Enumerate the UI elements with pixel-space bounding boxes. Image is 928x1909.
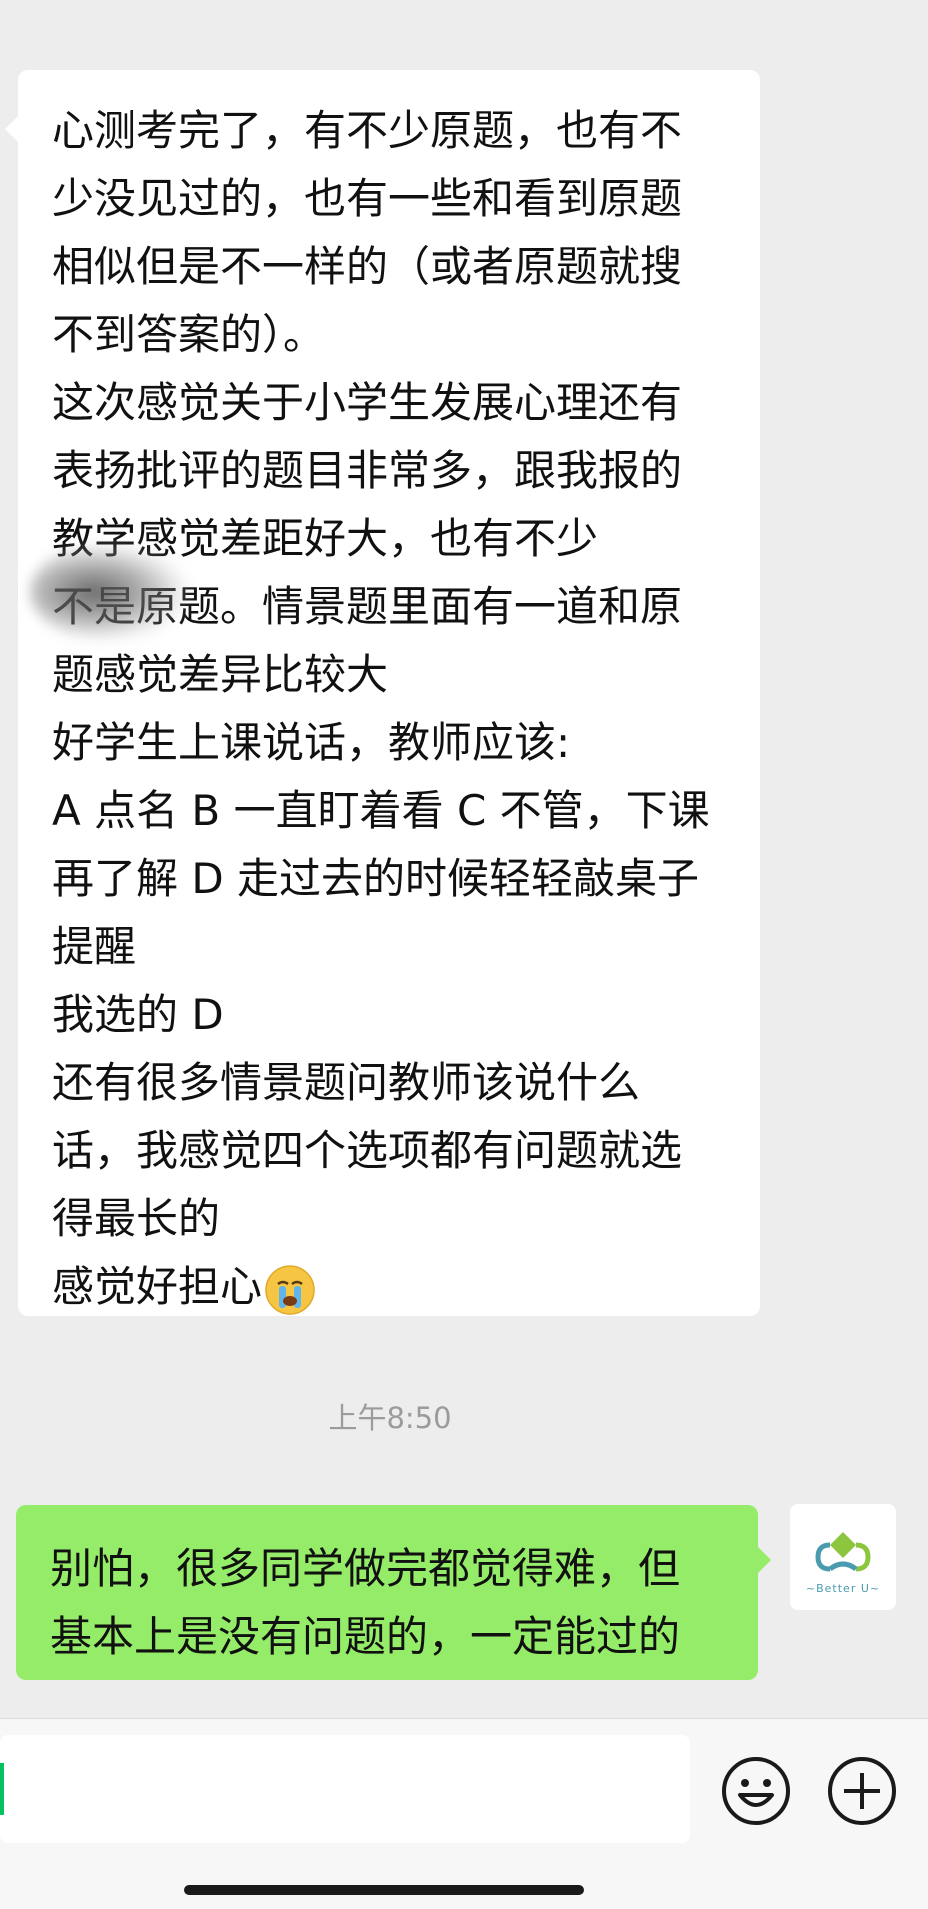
message-line: 提醒 — [52, 922, 137, 971]
home-indicator[interactable] — [184, 1885, 584, 1895]
message-line: 得最长的 — [52, 1194, 221, 1243]
message-line: 别怕，很多同学做完都觉得难，但 — [50, 1544, 681, 1593]
message-line-text: 感觉好担心 — [52, 1262, 263, 1311]
message-line: 话，我感觉四个选项都有问题就选 — [52, 1126, 683, 1175]
received-message-bubble[interactable]: 心测考完了，有不少原题，也有不 少没见过的，也有一些和看到原题 相似但是不一样的… — [5, 70, 760, 1316]
message-line: 少没见过的，也有一些和看到原题 — [52, 174, 683, 223]
message-timestamp: 上午8:50 — [328, 1401, 452, 1435]
message-line: 表扬批评的题目非常多，跟我报的 — [52, 446, 683, 495]
avatar[interactable]: ~Better U~ — [790, 1504, 896, 1610]
redacted-blur — [30, 542, 190, 642]
message-line: 题感觉差异比较大 — [52, 650, 389, 699]
message-line: A 点名 B 一直盯着看 C 不管，下课 — [52, 786, 710, 835]
message-line: 再了解 D 走过去的时候轻轻敲桌子 — [52, 854, 700, 903]
sent-message-text: 别怕，很多同学做完都觉得难，但 基本上是没有问题的，一定能过的 — [50, 1535, 758, 1671]
message-line: 我选的 D — [52, 990, 224, 1039]
text-cursor — [0, 1763, 4, 1815]
message-line: 不到答案的）。 — [52, 310, 326, 359]
avatar-caption: ~Better U~ — [805, 1582, 881, 1595]
message-line: 基本上是没有问题的，一定能过的 — [50, 1612, 681, 1661]
message-line: 这次感觉关于小学生发展心理还有 — [52, 378, 683, 427]
message-input[interactable] — [0, 1735, 690, 1843]
add-button[interactable] — [826, 1755, 898, 1827]
chat-input-bar — [0, 1718, 928, 1909]
message-line: 感觉好担心 — [52, 1253, 760, 1321]
message-line: 心测考完了，有不少原题，也有不 — [52, 106, 683, 155]
crying-face-icon — [264, 1264, 316, 1316]
sent-message-bubble[interactable]: 别怕，很多同学做完都觉得难，但 基本上是没有问题的，一定能过的 — [16, 1505, 771, 1680]
received-message-text: 心测考完了，有不少原题，也有不 少没见过的，也有一些和看到原题 相似但是不一样的… — [52, 97, 760, 1321]
message-line: 好学生上课说话，教师应该: — [52, 718, 571, 767]
emoji-button[interactable] — [720, 1755, 792, 1827]
plus-circle-icon — [828, 1757, 896, 1825]
message-line: 相似但是不一样的（或者原题就搜 — [52, 242, 683, 291]
message-line: 还有很多情景题问教师该说什么 — [52, 1058, 641, 1107]
smiley-face-icon — [722, 1757, 790, 1825]
